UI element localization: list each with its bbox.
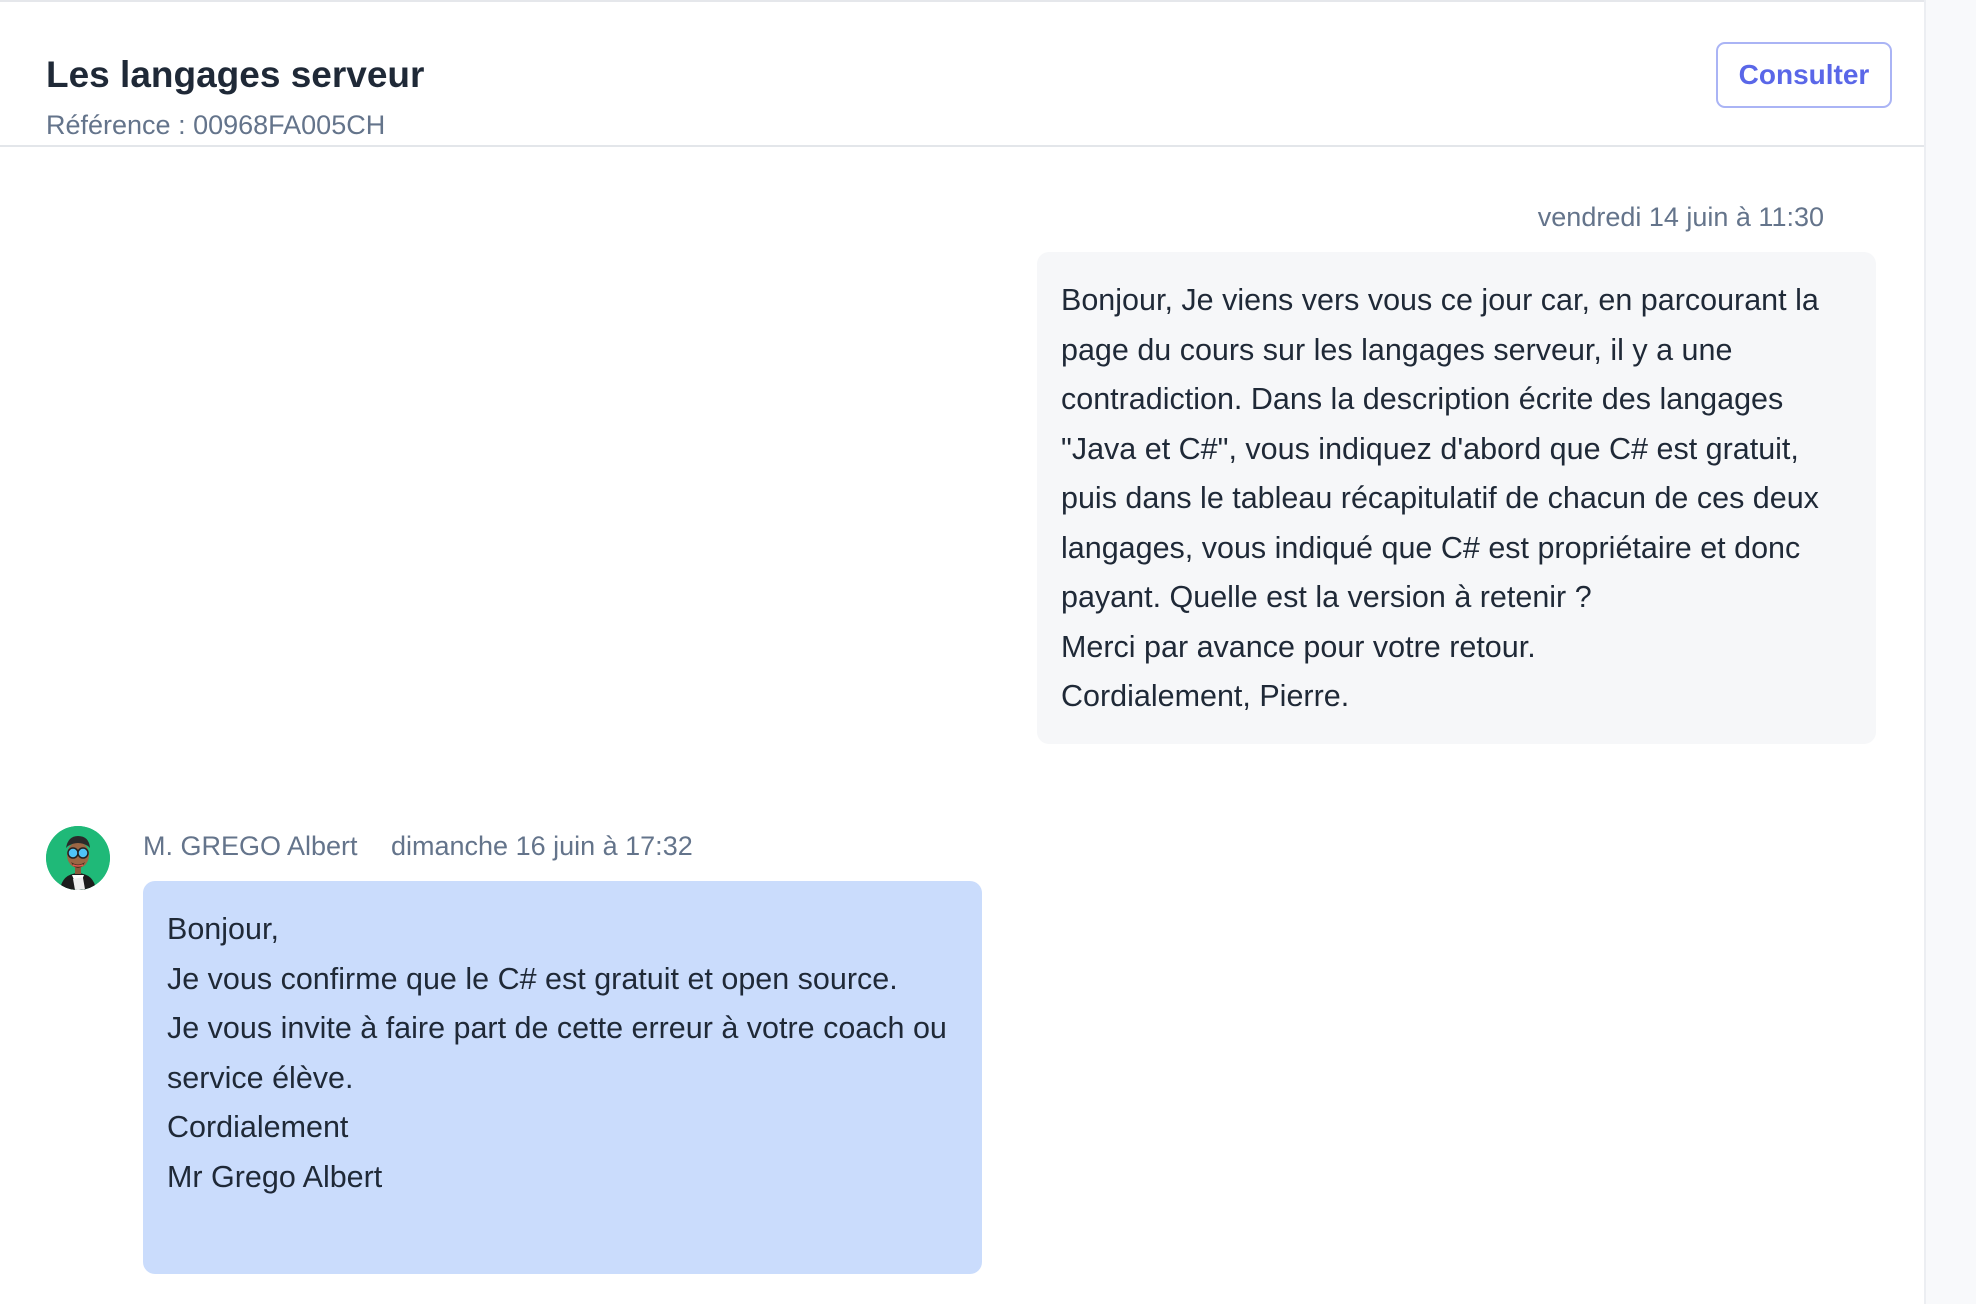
sent-message-bubble: Bonjour, Je viens vers vous ce jour car,…: [1037, 252, 1876, 744]
conversation-header: Les langages serveur Référence : 00968FA…: [0, 2, 1924, 147]
page-title: Les langages serveur: [46, 54, 425, 95]
sent-message-timestamp: vendredi 14 juin à 11:30: [1537, 202, 1824, 232]
message-line: Je vous invite à faire part de cette err…: [167, 1011, 947, 1095]
message-line: Je vous confirme que le C# est gratuit e…: [167, 961, 898, 996]
reference-label: Référence : 00968FA005CH: [46, 110, 386, 140]
message-line: Mr Grego Albert: [167, 1159, 383, 1194]
message-line: Bonjour, Je viens vers vous ce jour car,…: [1061, 283, 1819, 614]
message-line: Merci par avance pour votre retour.: [1061, 629, 1536, 664]
message-line: Bonjour,: [167, 912, 279, 946]
conversation-panel: Les langages serveur Référence : 00968FA…: [0, 0, 1924, 1304]
message-line: Cordialement: [167, 1110, 349, 1144]
received-message-bubble: Bonjour, Je vous confirme que le C# est …: [143, 881, 982, 1274]
user-avatar-icon: [46, 826, 110, 890]
message-line: Cordialement, Pierre.: [1061, 679, 1350, 713]
right-scroll-gutter: [1924, 0, 1976, 1304]
sender-name: M. GREGO Albert: [143, 831, 358, 861]
consult-button[interactable]: Consulter: [1716, 42, 1892, 108]
received-message-timestamp: dimanche 16 juin à 17:32: [391, 831, 693, 861]
